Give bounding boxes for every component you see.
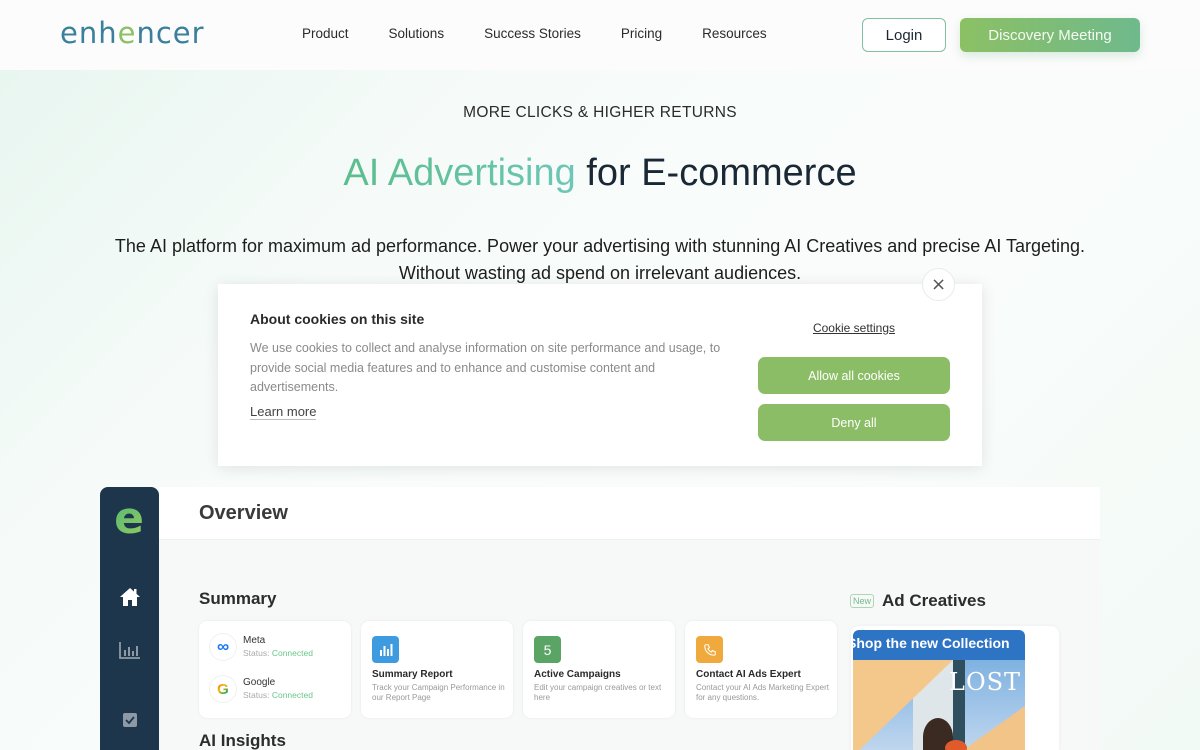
contact-expert-card[interactable]: Contact AI Ads Expert Contact your AI Ad… <box>685 621 837 718</box>
allow-all-cookies-button[interactable]: Allow all cookies <box>758 357 950 394</box>
google-connection[interactable]: G Google Status: Connected <box>209 675 349 705</box>
card-description: Contact your AI Ads Marketing Expert for… <box>696 683 829 702</box>
nav-resources[interactable]: Resources <box>702 26 767 41</box>
new-badge: New <box>850 594 875 608</box>
campaign-count-badge: 5 <box>534 636 561 663</box>
nav-success-stories[interactable]: Success Stories <box>484 26 581 41</box>
dashboard-title: Overview <box>199 502 288 524</box>
connection-name: Google <box>243 677 276 688</box>
learn-more-link[interactable]: Learn more <box>250 404 317 420</box>
ad-creatives-title: Ad Creatives <box>882 591 986 610</box>
cookie-description: We use cookies to collect and analyse in… <box>250 341 721 394</box>
hero-title-rest: for E-commerce <box>575 152 857 194</box>
google-glyph: G <box>217 680 229 698</box>
connection-name: Meta <box>243 635 266 646</box>
logo-text: ncer <box>136 16 205 50</box>
ad-creative-card[interactable]: Shop the new Collection LOST <box>851 626 1059 750</box>
reports-chart-icon[interactable] <box>100 641 159 663</box>
home-icon[interactable] <box>100 585 159 613</box>
nav-solutions[interactable]: Solutions <box>389 26 445 41</box>
card-title: Summary Report <box>372 669 453 680</box>
dashboard-topbar: Overview <box>159 487 1100 540</box>
login-button[interactable]: Login <box>862 18 946 52</box>
cookie-consent-dialog: About cookies on this site We use cookie… <box>218 284 982 466</box>
bar-chart-icon <box>372 636 399 663</box>
ad-photo: LOST <box>853 660 1025 750</box>
hero-eyebrow: MORE CLICKS & HIGHER RETURNS <box>463 104 737 121</box>
site-header: enhencer Product Solutions Success Stori… <box>0 0 1200 70</box>
status-value: Connected <box>271 690 313 700</box>
nav-pricing[interactable]: Pricing <box>621 26 662 41</box>
hero-title-accent: AI Advertising <box>343 152 576 194</box>
cookie-settings-link[interactable]: Cookie settings <box>758 321 950 335</box>
card-title: Contact AI Ads Expert <box>696 669 801 680</box>
status-label: Status: <box>243 690 272 700</box>
ad-brand-logo: LOST <box>949 668 1022 696</box>
status-value: Connected <box>271 648 313 658</box>
hero-title: AI Advertising for E-commerce <box>0 152 1200 195</box>
tasks-checkbox-icon[interactable] <box>100 712 159 731</box>
card-title: Active Campaigns <box>534 669 621 680</box>
enhencer-logo[interactable]: enhencer <box>60 16 205 50</box>
card-description: Track your Campaign Performance in our R… <box>372 683 505 702</box>
card-description: Edit your campaign creatives or text her… <box>534 683 662 702</box>
dashboard-sidebar: e <box>100 487 159 750</box>
status-label: Status: <box>243 648 272 658</box>
meta-connection[interactable]: ∞ Meta Status: Connected <box>209 633 349 663</box>
meta-icon: ∞ <box>209 633 237 661</box>
dashboard-main: Overview Summary ∞ Meta Status: Connecte… <box>159 487 1100 750</box>
logo-accent: e <box>117 16 137 50</box>
person-figure <box>945 740 967 750</box>
nav-product[interactable]: Product <box>302 26 349 41</box>
deny-all-button[interactable]: Deny all <box>758 404 950 441</box>
logo-text: enh <box>60 16 118 50</box>
connection-status: Status: Connected <box>243 690 313 700</box>
summary-title: Summary <box>199 589 277 608</box>
discovery-meeting-button[interactable]: Discovery Meeting <box>960 18 1140 52</box>
connection-status: Status: Connected <box>243 648 313 658</box>
google-icon: G <box>209 675 237 703</box>
ad-creative-preview: Shop the new Collection LOST <box>853 630 1025 750</box>
dashboard-logo-icon: e <box>109 497 149 543</box>
ai-insights-title: AI Insights <box>199 731 286 750</box>
summary-report-card[interactable]: Summary Report Track your Campaign Perfo… <box>361 621 513 718</box>
main-nav: Product Solutions Success Stories Pricin… <box>302 26 807 41</box>
cookie-title: About cookies on this site <box>250 311 425 327</box>
active-campaigns-card[interactable]: 5 Active Campaigns Edit your campaign cr… <box>523 621 675 718</box>
phone-icon <box>696 636 723 663</box>
connections-card: ∞ Meta Status: Connected G Google Status… <box>199 621 351 718</box>
ad-headline: Shop the new Collection <box>853 635 1010 651</box>
close-icon[interactable]: × <box>922 268 955 301</box>
